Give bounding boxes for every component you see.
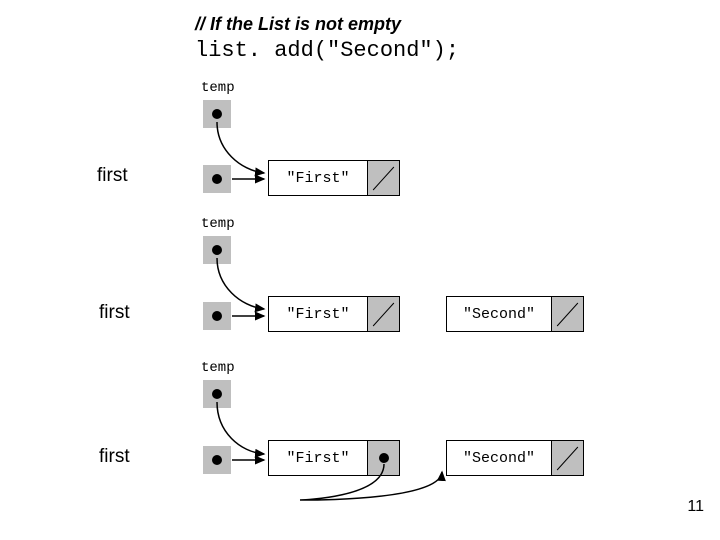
node-first-3: "First" bbox=[268, 440, 400, 476]
first-label-1: first bbox=[97, 165, 128, 187]
node-next-null bbox=[368, 296, 400, 332]
temp-label-1: temp bbox=[201, 80, 235, 96]
first-label-2: first bbox=[99, 302, 130, 324]
temp-label-2: temp bbox=[201, 216, 235, 232]
first-label-3: first bbox=[99, 446, 130, 468]
node-next-null bbox=[552, 296, 584, 332]
code-line: list. add("Second"); bbox=[195, 38, 459, 63]
first-pointer-2 bbox=[203, 302, 231, 330]
node-first-1: "First" bbox=[268, 160, 400, 196]
first-pointer-3 bbox=[203, 446, 231, 474]
temp-pointer-3 bbox=[203, 380, 231, 408]
node-value: "Second" bbox=[446, 440, 552, 476]
node-next-null bbox=[552, 440, 584, 476]
node-value: "First" bbox=[268, 440, 368, 476]
first-pointer-1 bbox=[203, 165, 231, 193]
node-next-null bbox=[368, 160, 400, 196]
node-next-linked bbox=[368, 440, 400, 476]
page-number: 11 bbox=[687, 498, 704, 516]
node-value: "First" bbox=[268, 296, 368, 332]
comment-title: // If the List is not empty bbox=[195, 14, 401, 35]
node-value: "Second" bbox=[446, 296, 552, 332]
temp-label-3: temp bbox=[201, 360, 235, 376]
node-second-3: "Second" bbox=[446, 440, 584, 476]
node-first-2: "First" bbox=[268, 296, 400, 332]
temp-pointer-1 bbox=[203, 100, 231, 128]
node-second-2: "Second" bbox=[446, 296, 584, 332]
temp-pointer-2 bbox=[203, 236, 231, 264]
node-value: "First" bbox=[268, 160, 368, 196]
